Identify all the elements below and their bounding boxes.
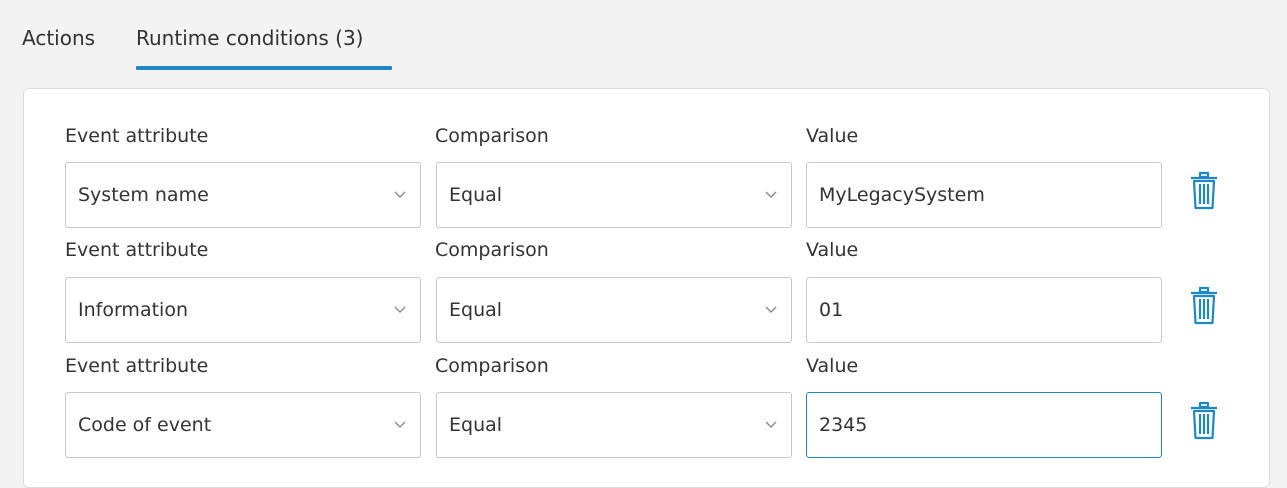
value-label: Value: [806, 239, 859, 261]
chevron-down-icon: [765, 421, 777, 428]
comparison-label: Comparison: [435, 125, 549, 147]
event-attribute-selected: Code of event: [78, 414, 212, 436]
value-text: 2345: [819, 414, 868, 436]
chevron-down-icon: [765, 191, 777, 198]
event-attribute-label: Event attribute: [65, 239, 209, 261]
value-text: 01: [819, 299, 844, 321]
event-attribute-label: Event attribute: [65, 355, 209, 377]
chevron-down-icon: [394, 191, 406, 198]
comparison-label: Comparison: [435, 239, 549, 261]
trash-icon[interactable]: [1189, 286, 1219, 326]
value-label: Value: [806, 125, 859, 147]
value-input[interactable]: 01: [806, 277, 1162, 343]
event-attribute-selected: System name: [78, 184, 209, 206]
event-attribute-select[interactable]: System name: [65, 162, 421, 228]
value-input[interactable]: MyLegacySystem: [806, 162, 1162, 228]
tab-bar: Actions Runtime conditions (3): [0, 0, 1287, 80]
trash-icon[interactable]: [1189, 401, 1219, 441]
event-attribute-selected: Information: [78, 299, 188, 321]
event-attribute-select[interactable]: Code of event: [65, 392, 421, 458]
event-attribute-label: Event attribute: [65, 125, 209, 147]
comparison-selected: Equal: [449, 184, 503, 206]
event-attribute-select[interactable]: Information: [65, 277, 421, 343]
trash-icon[interactable]: [1189, 171, 1219, 211]
runtime-conditions-panel: Event attribute Comparison Value System …: [23, 88, 1270, 488]
chevron-down-icon: [394, 306, 406, 313]
value-text: MyLegacySystem: [819, 184, 985, 206]
value-label: Value: [806, 355, 859, 377]
comparison-select[interactable]: Equal: [436, 392, 792, 458]
comparison-selected: Equal: [449, 414, 503, 436]
chevron-down-icon: [394, 421, 406, 428]
tab-actions[interactable]: Actions: [22, 26, 95, 50]
active-tab-indicator: [136, 66, 392, 70]
tab-runtime-conditions[interactable]: Runtime conditions (3): [136, 26, 363, 50]
comparison-selected: Equal: [449, 299, 503, 321]
chevron-down-icon: [765, 306, 777, 313]
value-input[interactable]: 2345: [806, 392, 1162, 458]
comparison-select[interactable]: Equal: [436, 277, 792, 343]
comparison-label: Comparison: [435, 355, 549, 377]
comparison-select[interactable]: Equal: [436, 162, 792, 228]
